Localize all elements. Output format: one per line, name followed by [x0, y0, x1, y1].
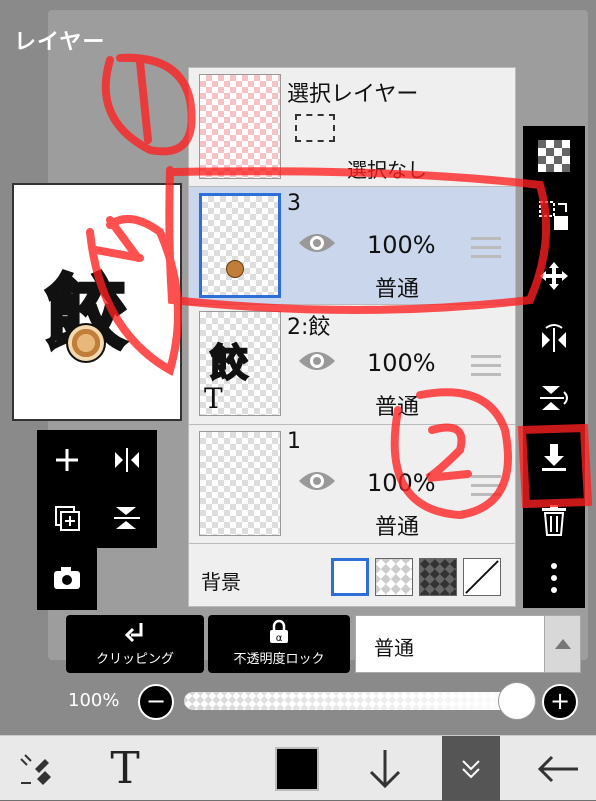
brush-eraser-icon: [20, 753, 51, 785]
text-layer-badge: T: [204, 382, 223, 415]
eye-icon[interactable]: [297, 229, 337, 257]
thumb-glyph: 餃: [209, 340, 249, 386]
blend-mode-value: 普通: [374, 636, 414, 660]
layer-row-3[interactable]: 3 100% 普通: [189, 186, 515, 304]
layer-row-2[interactable]: 餃 T 2:餃 100% 普通: [189, 304, 515, 422]
opacity-value: 100%: [68, 690, 120, 711]
flip-vertical-button[interactable]: [105, 496, 149, 540]
flip-horizontal-icon: [115, 448, 139, 472]
layer-thumbnail: 餃 T: [199, 311, 281, 416]
drag-handle-icon[interactable]: [471, 237, 501, 261]
layer-name: 1: [287, 429, 301, 454]
brush-eraser-tool-button[interactable]: [0, 736, 70, 801]
layer-blend-mode: 普通: [375, 515, 420, 540]
checker-icon: [538, 140, 570, 172]
text-tool-button[interactable]: T: [90, 736, 160, 801]
background-none-swatch[interactable]: [463, 558, 501, 596]
merge-down-button[interactable]: [532, 436, 576, 480]
opacity-slider-handle[interactable]: [498, 682, 536, 720]
eye-icon[interactable]: [297, 467, 337, 495]
clipping-button[interactable]: クリッピング: [66, 615, 204, 673]
camera-button[interactable]: [45, 556, 89, 600]
drag-handle-icon[interactable]: [471, 475, 501, 499]
layer-thumbnail: [199, 193, 281, 298]
layer-blend-mode: 普通: [375, 277, 420, 302]
clipping-label: クリッピング: [95, 652, 174, 667]
flip-vertical-icon: [114, 507, 140, 529]
opacity-slider-fill: [184, 692, 536, 710]
transform-select-button[interactable]: [532, 194, 576, 238]
color-swatch: [275, 746, 319, 791]
down-arrow-button[interactable]: [350, 736, 420, 801]
layer-blend-mode: 普通: [375, 395, 420, 420]
selection-layer-title: 選択レイヤー: [287, 82, 419, 107]
opacity-slider[interactable]: [184, 692, 536, 710]
camera-icon: [54, 567, 80, 589]
drag-handle-icon[interactable]: [471, 355, 501, 379]
flip-horizontal-button[interactable]: [105, 438, 149, 482]
transparency-button[interactable]: [532, 134, 576, 178]
chevron-up-icon: [555, 639, 571, 649]
more-vertical-icon: [551, 563, 557, 593]
layer-opacity: 100%: [367, 469, 436, 497]
opacity-lock-button[interactable]: α 不透明度ロック: [208, 615, 350, 673]
background-label: 背景: [201, 570, 241, 594]
eye-icon[interactable]: [297, 347, 337, 375]
layer-opacity: 100%: [367, 349, 436, 377]
layer-list-panel: 選択レイヤー 選択なし 3 100% 普通 餃 T 2:餃 100% 普通 1 …: [188, 67, 516, 607]
cookie-image: [66, 323, 106, 363]
more-button[interactable]: [532, 556, 576, 600]
background-transparent-light-swatch[interactable]: [375, 558, 413, 596]
selection-status: 選択なし: [347, 158, 427, 182]
opacity-lock-label: 不透明度ロック: [233, 652, 325, 667]
right-tool-panel: [523, 126, 585, 608]
arrow-down-icon: [369, 749, 401, 788]
page-title: レイヤー: [14, 30, 106, 55]
back-button[interactable]: [520, 736, 596, 801]
rotate-flip-vertical-button[interactable]: [532, 376, 576, 420]
clipping-arrow-icon: [124, 623, 143, 643]
arrow-left-icon: [537, 755, 578, 782]
lock-icon: α: [270, 619, 288, 644]
delete-layer-button[interactable]: [532, 498, 576, 542]
move-button[interactable]: [532, 254, 576, 298]
layer-name: 3: [287, 191, 301, 216]
selection-marquee-icon: [295, 114, 335, 142]
opacity-decrease-button[interactable]: −: [138, 684, 174, 720]
selection-layer-row[interactable]: 選択レイヤー 選択なし: [189, 68, 515, 185]
blend-mode-select[interactable]: 普通: [355, 615, 581, 673]
background-white-swatch[interactable]: [331, 558, 369, 596]
opacity-increase-button[interactable]: +: [542, 684, 578, 720]
add-layer-button[interactable]: [45, 438, 89, 482]
move-icon: [540, 262, 568, 290]
selection-layer-thumbnail: [199, 74, 281, 179]
chevron-double-down-icon: [462, 759, 480, 778]
cookie-thumb: [226, 260, 244, 278]
layer-row-1[interactable]: 1 100% 普通: [189, 424, 515, 542]
select-transform-icon: [539, 201, 568, 230]
flip-horizontal-icon: [542, 324, 566, 352]
merge-down-icon: [542, 444, 566, 471]
duplicate-icon: [55, 506, 80, 531]
flip-vertical-icon: [540, 386, 568, 410]
layer-thumbnail: [199, 431, 281, 536]
layer-opacity: 100%: [367, 231, 436, 259]
svg-text:α: α: [276, 633, 283, 644]
rotate-flip-horizontal-button[interactable]: [532, 316, 576, 360]
layer-menu-button[interactable]: [442, 736, 500, 801]
left-tool-panel: [37, 430, 157, 610]
plus-icon: [56, 449, 78, 471]
background-transparent-dark-swatch[interactable]: [419, 558, 457, 596]
bottom-toolbar: T: [0, 735, 596, 801]
layer-preview: 餃: [12, 183, 182, 421]
trash-icon: [542, 505, 566, 536]
blend-mode-dropdown-arrow[interactable]: [544, 616, 580, 672]
color-button[interactable]: [265, 736, 329, 801]
layer-name: 2:餃: [287, 315, 331, 340]
duplicate-layer-button[interactable]: [45, 496, 89, 540]
background-row: 背景: [189, 543, 515, 607]
